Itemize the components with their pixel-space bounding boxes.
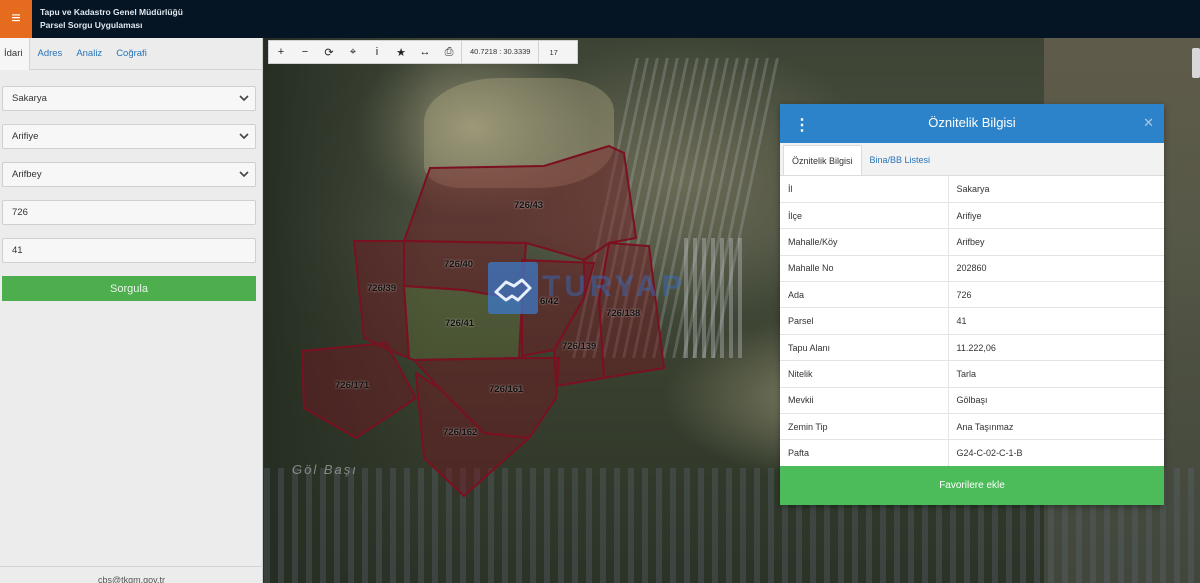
attr-key: Zemin Tip: [780, 413, 949, 441]
sorgula-button[interactable]: Sorgula: [2, 276, 256, 301]
handshake-icon: [488, 262, 538, 314]
parcel-label: 726/139: [562, 341, 597, 352]
block-no-value: 726: [12, 207, 28, 218]
hamburger-menu-icon[interactable]: ≡: [0, 0, 32, 38]
zoom-level: 17: [549, 47, 558, 57]
province-value: Sakarya: [12, 93, 47, 104]
app-title-line1: Tapu ve Kadastro Genel Müdürlüğü: [40, 7, 183, 17]
province-select[interactable]: Sakarya: [2, 86, 256, 111]
parcel-label: 726/162: [443, 427, 478, 438]
table-row: Zemin Tip Ana Taşınmaz: [780, 413, 1164, 441]
table-row: Pafta G24-C-02-C-1-B: [780, 439, 1164, 467]
attr-key: İlçe: [780, 202, 949, 230]
neighborhood-value: Arifbey: [12, 169, 42, 180]
tab-idari[interactable]: İdari: [0, 37, 31, 70]
chevron-down-icon: [238, 168, 250, 180]
attr-value: 11.222,06: [948, 334, 1164, 362]
sidebar-tabs: İdari Adres Analiz Coğrafi: [0, 37, 263, 70]
tab-analiz[interactable]: Analiz: [69, 38, 109, 70]
attr-key: Nitelik: [780, 360, 949, 388]
tab-adres[interactable]: Adres: [30, 38, 69, 70]
place-label: Göl Başı: [292, 462, 358, 477]
parcel-no-input[interactable]: 41: [2, 238, 256, 263]
table-row: Parsel 41: [780, 307, 1164, 335]
watermark-logo: TURYAP: [488, 262, 718, 314]
attr-value: Arifiye: [948, 202, 1164, 230]
watermark-text: TURYAP: [542, 270, 686, 303]
attr-key: Tapu Alanı: [780, 334, 949, 362]
attr-value: 41: [948, 307, 1164, 335]
attr-value: Tarla: [948, 360, 1164, 388]
table-row: Tapu Alanı 11.222,06: [780, 334, 1164, 362]
parcel-label: 726/171: [335, 380, 370, 391]
sidebar: İdari Adres Analiz Coğrafi Sakarya Arifi…: [0, 37, 263, 583]
attr-value: Gölbaşı: [948, 387, 1164, 415]
attribute-panel: ⋮ Öznitelik Bilgisi ✕ Öznitelik Bilgisi …: [780, 104, 1164, 505]
panel-tabs: Öznitelik Bilgisi Bina/BB Listesi: [780, 143, 1164, 176]
block-no-input[interactable]: 726: [2, 200, 256, 225]
add-favorite-button[interactable]: Favorilere ekle: [780, 466, 1164, 505]
parcel-label: 726/161: [489, 384, 524, 395]
parcel-label: 726/40: [444, 259, 474, 270]
table-row: Nitelik Tarla: [780, 360, 1164, 388]
app-title: Tapu ve Kadastro Genel Müdürlüğü Parsel …: [40, 6, 183, 32]
attr-key: Ada: [780, 281, 949, 309]
attribute-table: İl Sakarya İlçe Arifiye Mahalle/Köy Arifbey…: [780, 176, 1164, 467]
neighborhood-select[interactable]: Arifbey: [2, 162, 256, 187]
print-icon[interactable]: ⎙: [437, 41, 461, 63]
top-bar: ≡ Tapu ve Kadastro Genel Müdürlüğü Parse…: [0, 0, 1200, 38]
app-title-line2: Parsel Sorgu Uygulaması: [40, 20, 143, 30]
zoom-out-icon[interactable]: −: [293, 41, 317, 63]
tab-bina-listesi[interactable]: Bina/BB Listesi: [862, 145, 939, 175]
chevron-down-icon: [238, 92, 250, 104]
chevron-down-icon: [238, 130, 250, 142]
parcel-label: 726/39: [367, 283, 397, 294]
parcel-no-value: 41: [12, 245, 23, 256]
attr-value: Sakarya: [948, 176, 1164, 203]
attr-key: Mahalle/Köy: [780, 228, 949, 256]
tab-cografi[interactable]: Coğrafi: [109, 38, 154, 70]
district-select[interactable]: Arifiye: [2, 124, 256, 149]
tab-oznitelik[interactable]: Öznitelik Bilgisi: [783, 145, 862, 175]
measure-icon[interactable]: ↔: [413, 41, 437, 63]
map-toolbar: + − ⟳ ⌖ i ★ ↔ ⎙ 40.7218 : 30.3339 17: [268, 40, 578, 64]
parcel-726-39[interactable]: [352, 240, 411, 360]
table-row: Ada 726: [780, 281, 1164, 309]
scrollbar[interactable]: [1192, 48, 1200, 78]
attr-value: Ana Taşınmaz: [948, 413, 1164, 441]
attr-key: İl: [780, 176, 949, 203]
panel-header: ⋮ Öznitelik Bilgisi ✕: [780, 104, 1164, 143]
attr-value: Arifbey: [948, 228, 1164, 256]
table-row: Mahalle/Köy Arifbey: [780, 228, 1164, 256]
locate-icon[interactable]: ⌖: [341, 41, 365, 63]
refresh-icon[interactable]: ⟳: [317, 41, 341, 63]
attr-value: G24-C-02-C-1-B: [948, 439, 1164, 467]
district-value: Arifiye: [12, 131, 39, 142]
table-row: Mahalle No 202860: [780, 255, 1164, 283]
table-row: Mevkii Gölbaşı: [780, 387, 1164, 415]
attr-key: Parsel: [780, 307, 949, 335]
attr-value: 202860: [948, 255, 1164, 283]
zoom-in-icon[interactable]: +: [269, 41, 293, 63]
coordinate-readout: 40.7218 : 30.3339: [461, 41, 540, 63]
panel-title: Öznitelik Bilgisi: [928, 115, 1016, 130]
table-row: İl Sakarya: [780, 176, 1164, 203]
parcel-label: 726/43: [514, 200, 544, 211]
info-icon[interactable]: i: [365, 41, 389, 63]
attr-key: Mevkii: [780, 387, 949, 415]
close-icon[interactable]: ✕: [1143, 115, 1154, 131]
table-row: İlçe Arifiye: [780, 202, 1164, 230]
attr-value: 726: [948, 281, 1164, 309]
attr-key: Pafta: [780, 439, 949, 467]
attr-key: Mahalle No: [780, 255, 949, 283]
star-icon[interactable]: ★: [389, 41, 413, 63]
parcel-label: 726/41: [445, 318, 475, 329]
contact-email[interactable]: cbs@tkgm.gov.tr: [0, 566, 263, 583]
